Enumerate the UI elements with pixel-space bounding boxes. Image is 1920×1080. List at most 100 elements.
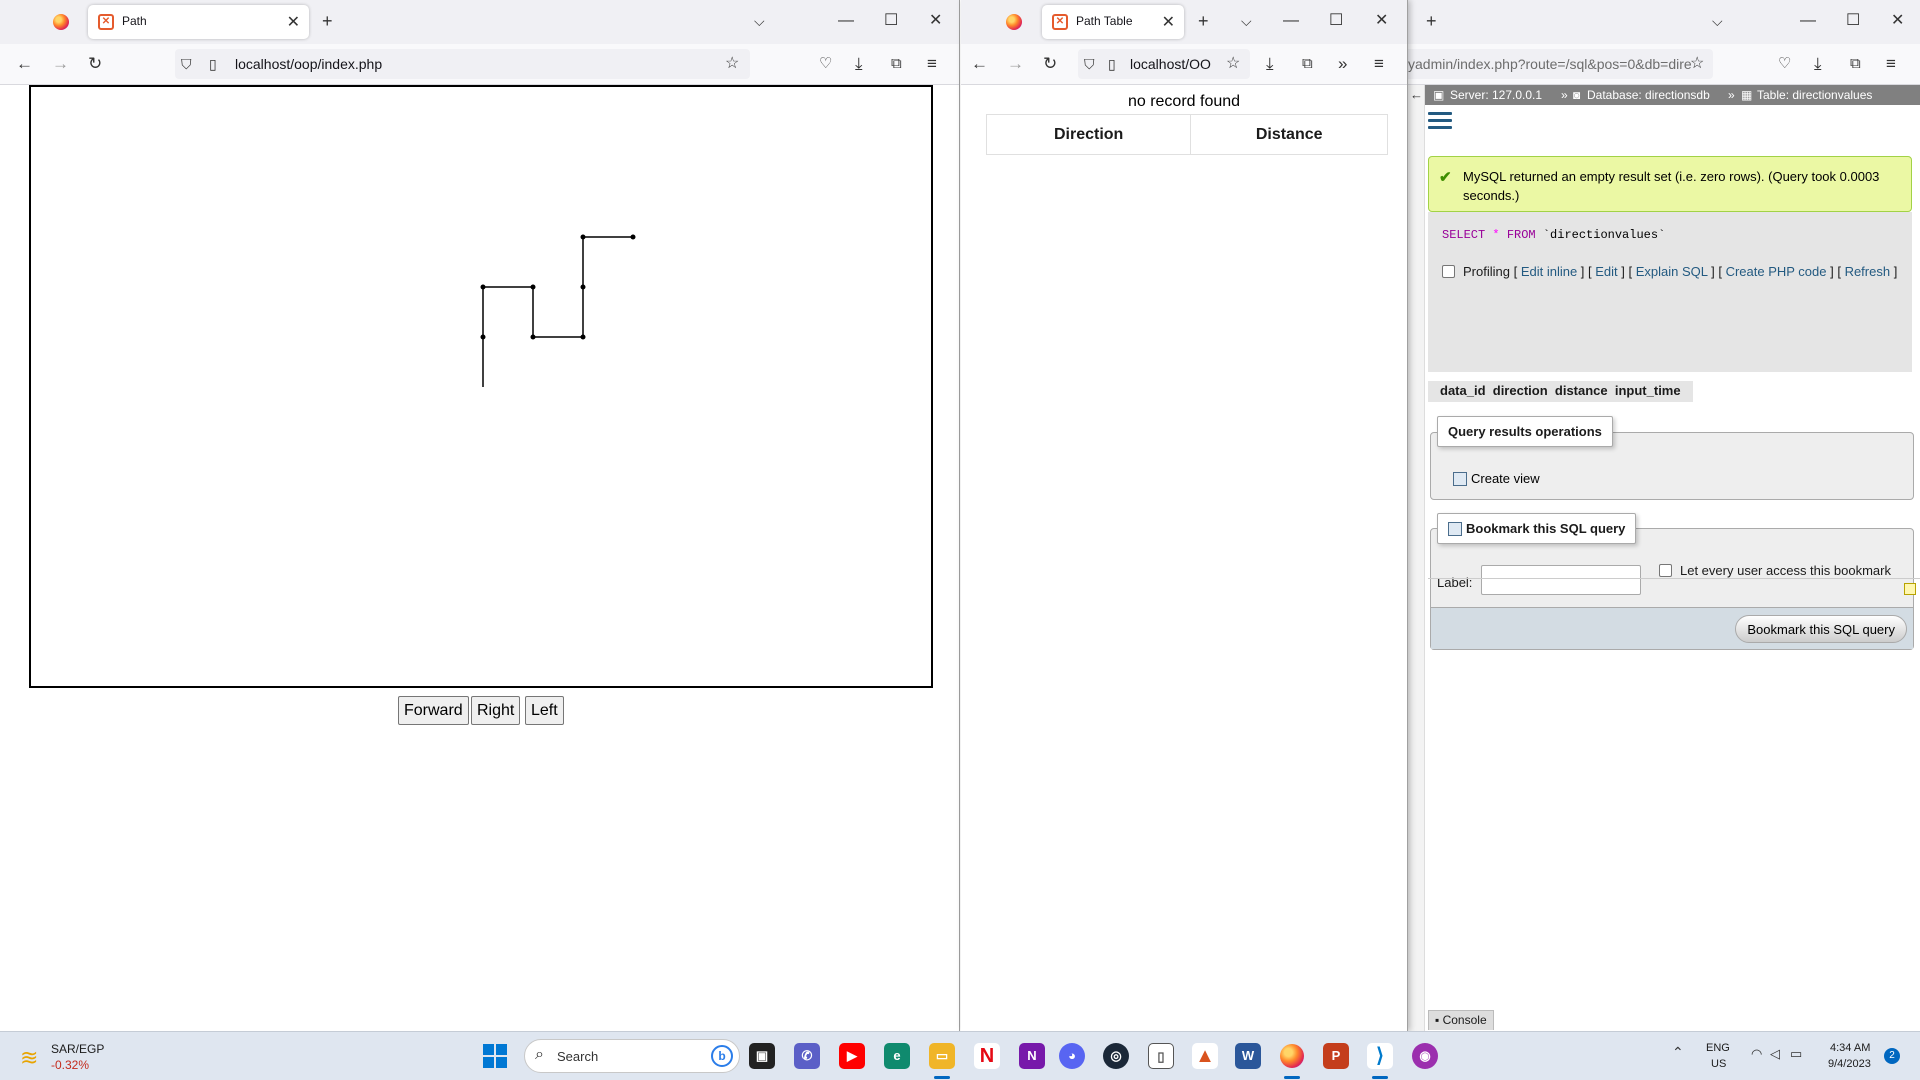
youtube-icon[interactable]: ▶ (839, 1043, 865, 1069)
right-button[interactable]: Right (471, 696, 521, 725)
left-button[interactable]: Left (525, 696, 564, 725)
downloads-icon[interactable]: ⤓ (1814, 54, 1822, 74)
close-tab-icon[interactable]: ✕ (1162, 12, 1175, 32)
url-bar[interactable]: ⛉ ▯ localhost/oop/index.php ☆ (175, 49, 750, 79)
vscode-icon[interactable]: ⟩ (1367, 1043, 1393, 1069)
file-explorer-icon[interactable]: ▭ (929, 1043, 955, 1069)
sticky-note-icon[interactable] (1904, 583, 1916, 595)
minimize-icon[interactable]: — (1800, 11, 1816, 31)
pma-menu-icon[interactable] (1428, 112, 1452, 130)
console-tab[interactable]: ▪ Console (1428, 1010, 1494, 1030)
refresh-link[interactable]: Refresh (1845, 264, 1891, 279)
pocket-icon[interactable]: ♡ (819, 54, 832, 74)
minimize-icon[interactable]: — (1283, 11, 1299, 31)
collapse-arrow-icon[interactable]: ← (1410, 87, 1423, 102)
pocket-icon[interactable]: ♡ (1778, 54, 1791, 74)
list-tabs-icon[interactable]: ⌵ (754, 11, 765, 31)
close-window-icon[interactable]: ✕ (1891, 11, 1904, 31)
bookmark-star-icon[interactable]: ☆ (1226, 54, 1240, 74)
tab-path-table[interactable]: ✕ Path Table ✕ (1042, 5, 1184, 39)
access-checkbox[interactable] (1659, 564, 1672, 577)
teams-icon[interactable]: ✆ (794, 1043, 820, 1069)
new-tab-icon[interactable]: + (322, 11, 333, 31)
breadcrumb-server[interactable]: Server: 127.0.0.1 (1450, 88, 1542, 102)
widgets-button[interactable]: ≋ (18, 1041, 50, 1071)
chevron-up-icon[interactable]: ⌃ (1672, 1044, 1684, 1061)
start-icon[interactable] (483, 1044, 507, 1068)
lang-line1[interactable]: ENG (1706, 1042, 1730, 1054)
shield-icon[interactable]: ⛉ (181, 54, 192, 74)
create-view-link[interactable]: Create view (1453, 471, 1540, 486)
firefox-taskbar-icon[interactable] (1280, 1044, 1304, 1068)
edit-inline-link[interactable]: Edit inline (1521, 264, 1577, 279)
maximize-icon[interactable]: ☐ (1846, 11, 1860, 31)
bookmark-star-icon[interactable]: ☆ (725, 54, 739, 74)
clock-time[interactable]: 4:34 AM (1830, 1042, 1870, 1054)
downloads-icon[interactable]: ⤓ (855, 54, 863, 74)
task-view-icon[interactable]: ▣ (749, 1043, 775, 1069)
url-bar[interactable]: yadmin/index.php?route=/sql&pos=0&db=dir… (1408, 49, 1713, 79)
create-php-code-link[interactable]: Create PHP code (1726, 264, 1827, 279)
app-menu-icon[interactable]: ≡ (1886, 54, 1896, 74)
discord-icon[interactable]: ◕ (1059, 1043, 1085, 1069)
back-icon[interactable]: ← (971, 54, 988, 74)
tab-path[interactable]: ✕ Path ✕ (88, 5, 309, 39)
new-tab-icon[interactable]: + (1198, 11, 1209, 31)
edge-icon[interactable]: e (884, 1043, 910, 1069)
profiling-checkbox[interactable] (1442, 265, 1455, 278)
netflix-icon[interactable]: N (974, 1043, 1000, 1069)
wifi-icon[interactable]: ◠ (1751, 1046, 1762, 1062)
powerpoint-icon[interactable]: P (1323, 1043, 1349, 1069)
maximize-icon[interactable]: ☐ (1329, 11, 1343, 31)
maximize-icon[interactable]: ☐ (884, 11, 898, 31)
edit-link[interactable]: Edit (1595, 264, 1617, 279)
app-menu-icon[interactable]: ≡ (1374, 54, 1384, 74)
battery-icon[interactable]: ▭ (1790, 1046, 1802, 1062)
path-canvas[interactable] (29, 85, 933, 688)
list-tabs-icon[interactable]: ⌵ (1241, 11, 1252, 31)
notification-badge[interactable]: 2 (1884, 1048, 1900, 1064)
clock-date[interactable]: 9/4/2023 (1828, 1058, 1871, 1070)
breadcrumb-database[interactable]: Database: directionsdb (1587, 88, 1710, 102)
pma-nav-collapsed[interactable]: ← (1408, 85, 1425, 1031)
overflow-chevron-icon[interactable]: » (1338, 54, 1347, 74)
app-menu-icon[interactable]: ≡ (927, 54, 937, 74)
close-window-icon[interactable]: ✕ (929, 11, 942, 31)
extensions-icon[interactable]: ⧉ (1850, 54, 1861, 74)
matlab-icon[interactable]: ▲ (1192, 1043, 1218, 1069)
shield-icon[interactable]: ⛉ (1084, 54, 1095, 74)
breadcrumb-table[interactable]: Table: directionvalues (1757, 88, 1872, 102)
word-icon[interactable]: W (1235, 1043, 1261, 1069)
app-icon[interactable]: ◉ (1412, 1043, 1438, 1069)
volume-icon[interactable]: ◁ (1770, 1046, 1780, 1062)
widget-change: -0.32% (51, 1058, 90, 1072)
bookmark-query-button[interactable]: Bookmark this SQL query (1735, 615, 1907, 643)
extensions-icon[interactable]: ⧉ (1302, 54, 1313, 74)
close-tab-icon[interactable]: ✕ (287, 12, 300, 32)
explain-sql-link[interactable]: Explain SQL (1636, 264, 1708, 279)
new-tab-icon[interactable]: + (1426, 11, 1437, 31)
reload-icon[interactable]: ↻ (1043, 54, 1057, 74)
close-window-icon[interactable]: ✕ (1375, 11, 1388, 31)
file-icon[interactable]: ▯ (1148, 1043, 1174, 1069)
firefox-view-icon[interactable] (1006, 14, 1022, 30)
list-tabs-icon[interactable]: ⌵ (1712, 11, 1723, 31)
extensions-icon[interactable]: ⧉ (891, 54, 902, 74)
onenote-icon[interactable]: N (1019, 1043, 1045, 1069)
forward-button[interactable]: Forward (398, 696, 469, 725)
sql-query[interactable]: SELECT * FROM `directionvalues` (1442, 228, 1665, 242)
forward-nav-icon[interactable]: → (1007, 54, 1024, 74)
bookmark-label-input[interactable] (1481, 565, 1641, 595)
firefox-view-icon[interactable] (53, 14, 69, 30)
bookmark-star-icon[interactable]: ☆ (1690, 54, 1704, 74)
bing-icon[interactable]: b (711, 1045, 733, 1067)
steam-icon[interactable]: ◎ (1103, 1043, 1129, 1069)
reload-icon[interactable]: ↻ (88, 54, 102, 74)
lang-line2[interactable]: US (1711, 1058, 1726, 1070)
url-bar[interactable]: ⛉ ▯ localhost/OO ☆ (1078, 49, 1250, 79)
downloads-icon[interactable]: ⤓ (1266, 54, 1274, 74)
taskbar-search[interactable]: ⌕ Search b (524, 1039, 740, 1073)
minimize-icon[interactable]: — (838, 11, 854, 31)
forward-nav-icon[interactable]: → (52, 54, 69, 74)
back-icon[interactable]: ← (16, 54, 33, 74)
